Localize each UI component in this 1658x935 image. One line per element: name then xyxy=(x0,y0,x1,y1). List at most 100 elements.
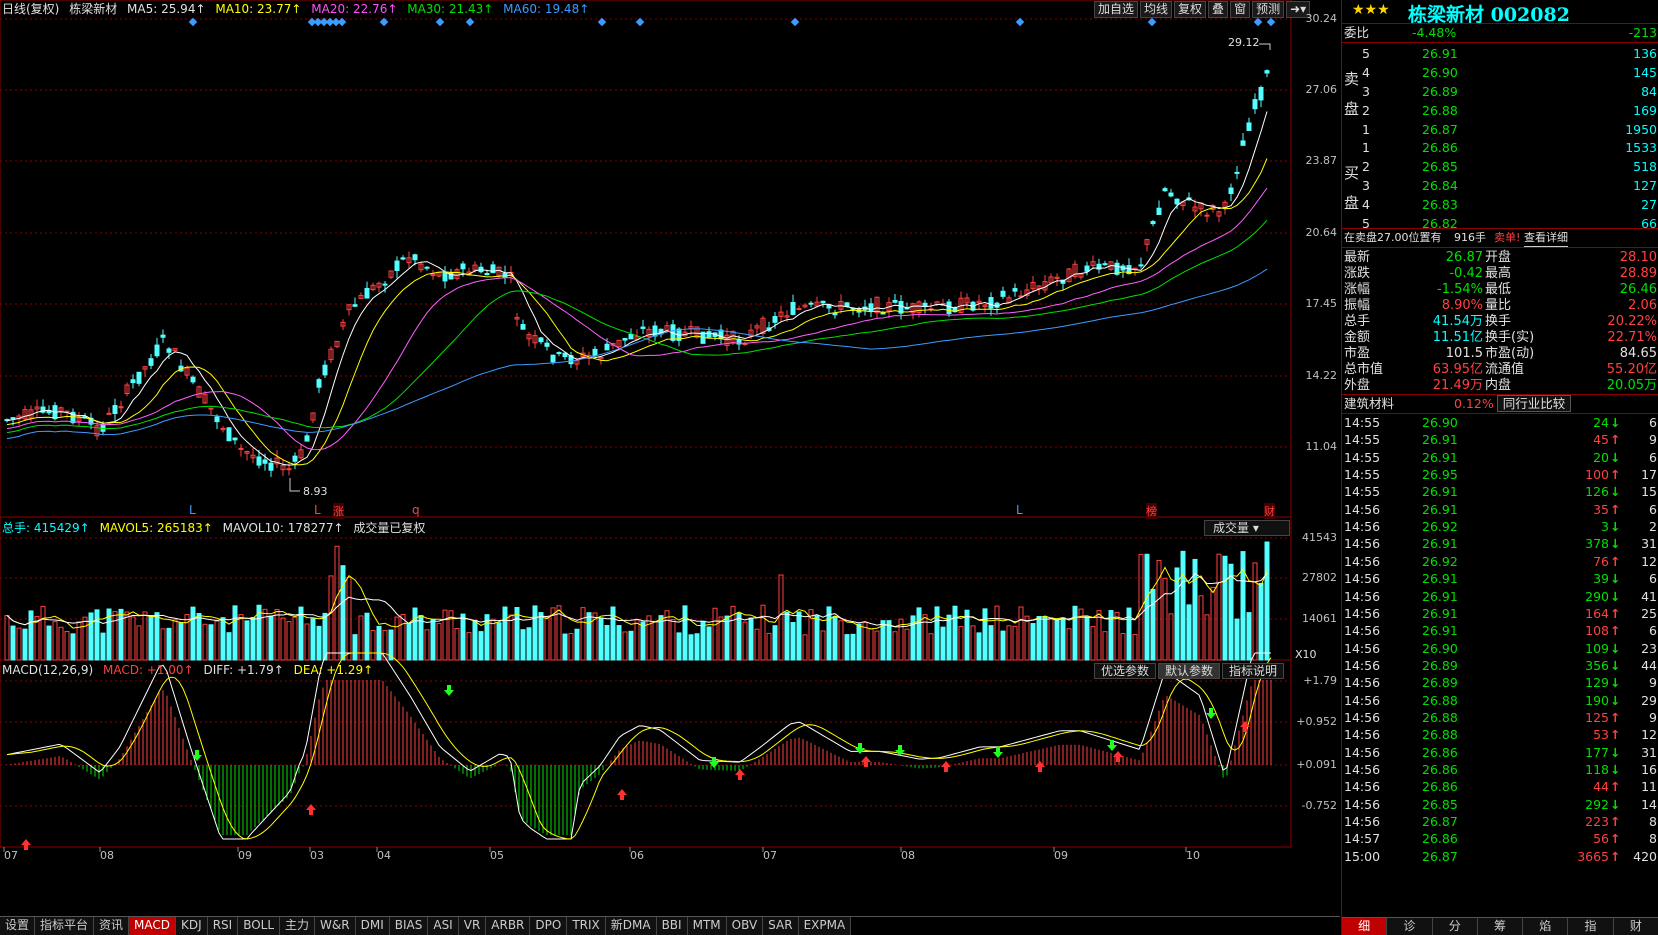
candle-body[interactable] xyxy=(826,304,832,309)
restore-rights-button[interactable]: 复权 xyxy=(1174,1,1207,18)
candle-body[interactable] xyxy=(112,405,118,414)
candle-body[interactable] xyxy=(304,435,310,442)
event-marker[interactable]: L xyxy=(189,503,196,517)
candle-body[interactable] xyxy=(820,300,826,304)
candle-body[interactable] xyxy=(550,354,556,363)
candle-body[interactable] xyxy=(1240,140,1246,146)
candle-body[interactable] xyxy=(448,271,454,280)
candle-body[interactable] xyxy=(394,260,400,271)
candle-body[interactable] xyxy=(592,348,598,357)
candle-body[interactable] xyxy=(538,337,544,343)
quote-tab[interactable]: 指 xyxy=(1568,918,1614,935)
candle-body[interactable] xyxy=(562,352,568,358)
quote-tab[interactable]: 筹 xyxy=(1478,918,1524,935)
candle-body[interactable] xyxy=(640,326,646,329)
news-marker-icon[interactable] xyxy=(1015,17,1025,27)
candle-body[interactable] xyxy=(268,462,274,471)
candle-body[interactable] xyxy=(868,303,874,312)
candle-body[interactable] xyxy=(442,271,448,282)
quote-tab[interactable]: 财 xyxy=(1614,918,1658,935)
indicator-tab[interactable]: OBV xyxy=(726,917,764,935)
candle-body[interactable] xyxy=(316,379,322,388)
bid-row[interactable]: 1 26.86 1533 xyxy=(1342,139,1658,156)
news-marker-icon[interactable] xyxy=(597,17,607,27)
kline-chart-pane[interactable]: 日线(复权) 栋梁新材 MA5: 25.94↑ MA10: 23.77↑ MA2… xyxy=(0,0,1340,935)
indicator-tab[interactable]: 指标平台 xyxy=(35,917,95,935)
candle-body[interactable] xyxy=(850,308,856,311)
candle-body[interactable] xyxy=(160,334,166,338)
optimize-params-button[interactable]: 优选参数 xyxy=(1094,663,1157,679)
ask-row[interactable]: 3 26.89 84 xyxy=(1342,83,1658,100)
indicator-tab[interactable]: 主力 xyxy=(280,917,316,935)
indicator-tab[interactable]: MTM xyxy=(687,917,727,935)
indicator-help-button[interactable]: 指标说明 xyxy=(1222,663,1285,679)
candle-body[interactable] xyxy=(1168,192,1174,197)
candle-body[interactable] xyxy=(796,308,802,311)
indicator-tab[interactable]: 资讯 xyxy=(94,917,130,935)
candle-body[interactable] xyxy=(130,379,136,384)
default-params-button[interactable]: 默认参数 xyxy=(1158,663,1221,679)
candle-body[interactable] xyxy=(808,302,814,305)
candle-body[interactable] xyxy=(1204,214,1210,217)
indicator-tab[interactable]: BBI xyxy=(656,917,688,935)
candle-body[interactable] xyxy=(1246,122,1252,131)
candle-body[interactable] xyxy=(460,263,466,270)
candle-body[interactable] xyxy=(1000,290,1006,297)
candle-body[interactable] xyxy=(106,412,112,415)
candle-body[interactable] xyxy=(922,302,928,307)
candle-body[interactable] xyxy=(136,371,142,384)
candle-body[interactable] xyxy=(1156,207,1162,215)
candle-body[interactable] xyxy=(556,352,562,355)
candle-body[interactable] xyxy=(1228,187,1234,195)
candle-body[interactable] xyxy=(232,437,238,441)
candle-body[interactable] xyxy=(790,302,796,315)
forecast-button[interactable]: 预测 xyxy=(1252,1,1285,18)
candle-body[interactable] xyxy=(1258,87,1264,101)
candle-body[interactable] xyxy=(1150,221,1156,225)
candle-body[interactable] xyxy=(292,455,298,462)
candle-body[interactable] xyxy=(880,312,886,315)
candle-body[interactable] xyxy=(256,456,262,466)
news-marker-icon[interactable] xyxy=(1266,17,1276,27)
event-marker[interactable]: q xyxy=(412,503,420,517)
ma-button[interactable]: 均线 xyxy=(1140,1,1173,18)
indicator-tab[interactable]: KDJ xyxy=(176,917,208,935)
candle-body[interactable] xyxy=(148,358,154,366)
indicator-tab[interactable]: 新DMA xyxy=(605,917,657,935)
indicator-tab[interactable]: 设置 xyxy=(0,917,36,935)
candle-body[interactable] xyxy=(382,283,388,286)
candle-body[interactable] xyxy=(262,459,268,464)
indicator-tab[interactable]: MACD xyxy=(129,917,177,935)
peer-compare-button[interactable]: 同行业比较 xyxy=(1497,395,1571,412)
candle-body[interactable] xyxy=(424,266,430,269)
candle-body[interactable] xyxy=(772,316,778,323)
news-marker-icon[interactable] xyxy=(635,17,645,27)
candle-body[interactable] xyxy=(892,299,898,303)
candle-body[interactable] xyxy=(484,273,490,276)
candle-body[interactable] xyxy=(190,376,196,383)
candle-body[interactable] xyxy=(214,416,220,423)
indicator-tab[interactable]: BOLL xyxy=(238,917,281,935)
ask-row[interactable]: 4 26.90 145 xyxy=(1342,64,1658,81)
candle-body[interactable] xyxy=(412,254,418,261)
candle-body[interactable] xyxy=(322,364,328,376)
sector-name[interactable]: 建筑材料 xyxy=(1344,395,1394,412)
news-marker-icon[interactable] xyxy=(435,17,445,27)
quote-tab[interactable]: 诊 xyxy=(1387,918,1433,935)
candle-body[interactable] xyxy=(706,331,712,338)
notice-detail-link[interactable]: 查看详细 xyxy=(1524,229,1568,247)
candle-body[interactable] xyxy=(1138,264,1144,267)
window-button[interactable]: 窗 xyxy=(1230,1,1251,18)
quote-tab[interactable]: 焰 xyxy=(1523,918,1569,935)
candle-body[interactable] xyxy=(1084,265,1090,272)
event-marker[interactable]: L xyxy=(1016,503,1023,517)
news-marker-icon[interactable] xyxy=(337,17,347,27)
candle-body[interactable] xyxy=(520,324,526,330)
indicator-tab[interactable]: W&R xyxy=(315,917,356,935)
candle-body[interactable] xyxy=(1102,263,1108,266)
news-marker-icon[interactable] xyxy=(790,17,800,27)
quote-tab[interactable]: 细 xyxy=(1342,918,1388,935)
news-marker-icon[interactable] xyxy=(1147,17,1157,27)
bid-row[interactable]: 3 26.84 127 xyxy=(1342,177,1658,194)
indicator-tab[interactable]: DPO xyxy=(530,917,568,935)
